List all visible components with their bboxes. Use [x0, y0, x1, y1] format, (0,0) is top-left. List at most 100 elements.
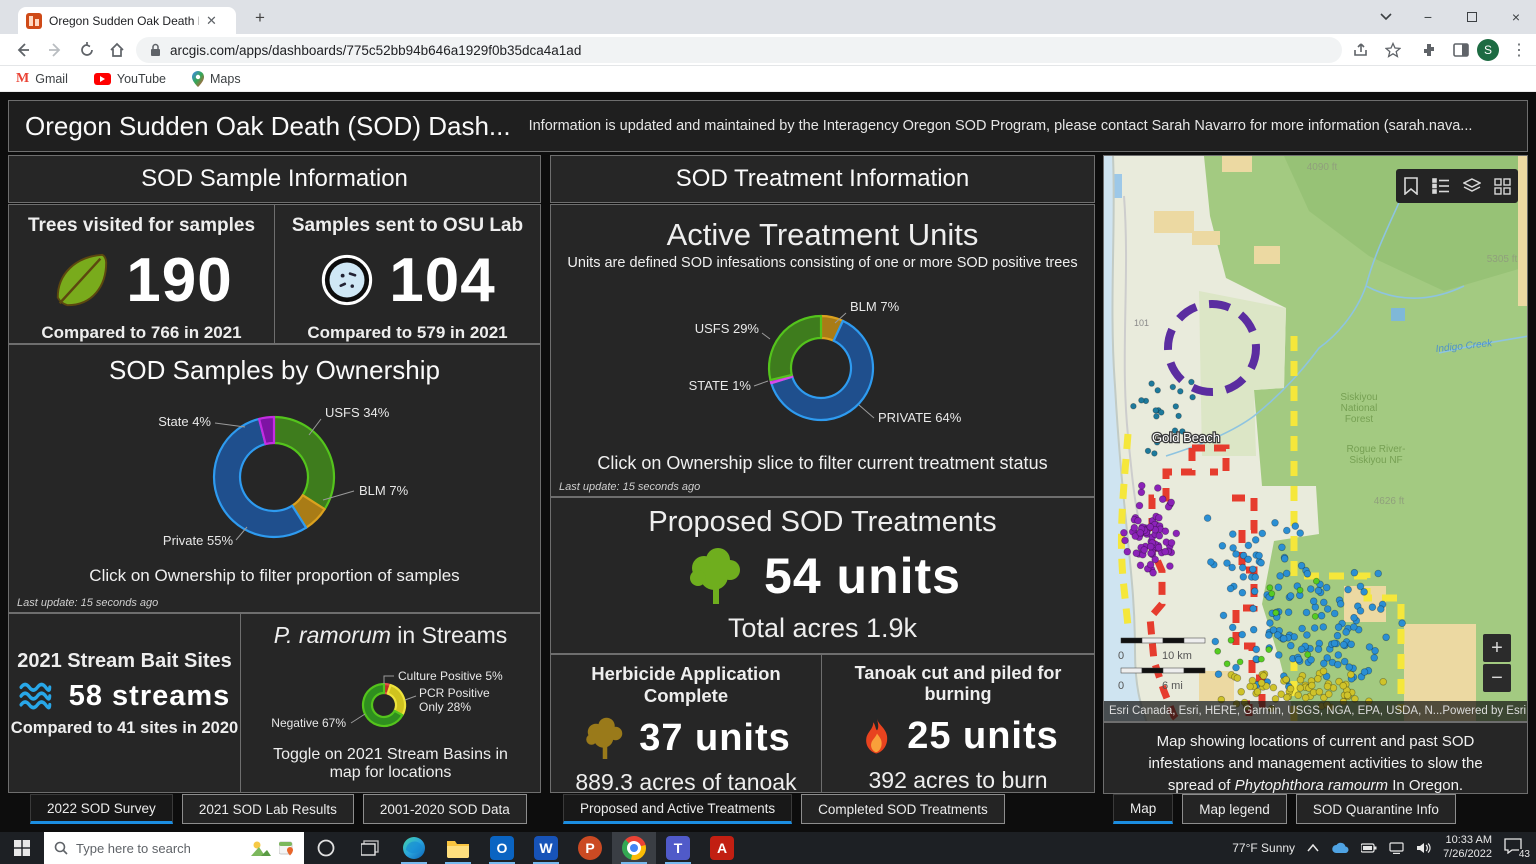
extensions-icon[interactable] — [1418, 39, 1440, 61]
active-units-label-private[interactable]: PRIVATE 64% — [878, 410, 962, 425]
map-attribution: Esri Canada, Esri, HERE, Garmin, USGS, N… — [1104, 701, 1527, 721]
map-tab-bar: Map Map legend SOD Quarantine Info — [1113, 794, 1456, 824]
tray-chevron-icon[interactable] — [1307, 844, 1319, 852]
samples-tab-bar: 2022 SOD Survey 2021 SOD Lab Results 200… — [30, 794, 527, 824]
bookmark-star-icon[interactable] — [1382, 39, 1404, 61]
ownership-label-blm[interactable]: BLM 7% — [359, 483, 409, 498]
active-units-label-usfs[interactable]: USFS 29% — [695, 321, 760, 336]
taskbar-acrobat[interactable]: A — [700, 832, 744, 864]
ownership-donut-chart[interactable]: USFS 34% State 4% BLM 7% Private 55% — [9, 393, 540, 575]
svg-text:6 mi: 6 mi — [1162, 680, 1183, 692]
action-center-button[interactable]: 43 — [1504, 838, 1528, 858]
burn-card: Tanoak cut and piled for burning 25 unit… — [821, 654, 1095, 793]
map-canvas[interactable]: 4090 ft 5305 ft 4626 ft Siskiyou Nationa… — [1104, 156, 1528, 722]
zoom-out-button[interactable]: − — [1483, 664, 1511, 692]
cortana-button[interactable] — [304, 832, 348, 864]
address-bar[interactable]: arcgis.com/apps/dashboards/775c52bb94b64… — [136, 37, 1342, 63]
bookmarks-icon[interactable] — [1403, 177, 1419, 195]
fire-icon — [857, 712, 897, 760]
menu-kebab-icon[interactable]: ⋮ — [1508, 39, 1530, 61]
tree-icon — [684, 546, 748, 606]
outlook-icon: O — [490, 836, 514, 860]
tab-search-chevron-icon[interactable] — [1366, 0, 1406, 34]
home-icon[interactable] — [106, 39, 128, 61]
taskbar-search-input[interactable]: Type here to search — [44, 832, 304, 864]
battery-icon[interactable] — [1361, 843, 1377, 853]
layers-icon[interactable] — [1463, 178, 1481, 194]
proposed-title: Proposed SOD Treatments — [551, 506, 1094, 539]
pramorum-label-culture[interactable]: Culture Positive 5% — [398, 669, 503, 683]
herbicide-note: 889.3 acres of tanoak — [551, 769, 821, 796]
active-units-caption: Click on Ownership slice to filter curre… — [551, 453, 1094, 474]
tab-2022-sod-survey[interactable]: 2022 SOD Survey — [30, 794, 173, 824]
powerpoint-icon: P — [578, 836, 602, 860]
tab-close-icon[interactable]: ✕ — [206, 13, 217, 29]
back-icon[interactable] — [12, 39, 34, 61]
speaker-icon[interactable] — [1416, 842, 1431, 854]
taskbar-chrome[interactable] — [612, 832, 656, 864]
bookmark-maps[interactable]: Maps — [192, 71, 241, 87]
forward-icon[interactable] — [44, 39, 66, 61]
side-panel-icon[interactable] — [1450, 39, 1472, 61]
minimize-button[interactable]: − — [1408, 0, 1448, 34]
ownership-label-state[interactable]: State 4% — [158, 414, 211, 429]
task-view-button[interactable] — [348, 832, 392, 864]
close-button[interactable]: × — [1496, 0, 1536, 34]
osu-lab-value: 104 — [389, 245, 495, 316]
pramorum-label-pcr-1[interactable]: PCR Positive — [419, 686, 490, 700]
burn-note: 392 acres to burn — [822, 767, 1094, 794]
tab-completed-sod-treatments[interactable]: Completed SOD Treatments — [801, 794, 1005, 824]
network-icon[interactable] — [1389, 842, 1404, 854]
pramorum-donut-chart[interactable]: Culture Positive 5% PCR Positive Only 28… — [241, 650, 540, 742]
taskbar-clock[interactable]: 10:33 AM 7/26/2022 — [1443, 834, 1492, 862]
tab-map[interactable]: Map — [1113, 794, 1173, 824]
tab-map-legend[interactable]: Map legend — [1182, 794, 1287, 824]
bookmarks-bar: M Gmail YouTube Maps — [0, 66, 1536, 92]
taskbar-outlook[interactable]: O — [480, 832, 524, 864]
share-icon[interactable] — [1350, 39, 1372, 61]
ownership-label-usfs[interactable]: USFS 34% — [325, 405, 390, 420]
taskbar-powerpoint[interactable]: P — [568, 832, 612, 864]
active-units-donut-chart[interactable]: BLM 7% USFS 29% STATE 1% PRIVATE 64% — [551, 291, 1094, 453]
taskbar-word[interactable]: W — [524, 832, 568, 864]
active-units-label-state[interactable]: STATE 1% — [689, 378, 752, 393]
herbicide-card: Herbicide Application Complete 37 units … — [550, 654, 822, 793]
legend-list-icon[interactable] — [1432, 178, 1450, 194]
browser-tab[interactable]: Oregon Sudden Oak Death Dash ✕ — [18, 7, 236, 34]
map-panel[interactable]: 4090 ft 5305 ft 4626 ft Siskiyou Nationa… — [1103, 155, 1528, 722]
tab-2021-sod-lab-results[interactable]: 2021 SOD Lab Results — [182, 794, 354, 824]
onedrive-cloud-icon[interactable] — [1331, 842, 1349, 854]
browser-toolbar: arcgis.com/apps/dashboards/775c52bb94b64… — [0, 34, 1536, 66]
tab-proposed-active-treatments[interactable]: Proposed and Active Treatments — [563, 794, 792, 824]
edge-icon — [402, 836, 426, 860]
weather-status[interactable]: 77°F Sunny — [1232, 841, 1295, 855]
taskbar-teams[interactable]: T — [656, 832, 700, 864]
burn-value: 25 units — [907, 715, 1059, 758]
pramorum-label-negative[interactable]: Negative 67% — [271, 716, 346, 730]
pramorum-label-pcr-2[interactable]: Only 28% — [419, 700, 471, 714]
restore-button[interactable] — [1452, 0, 1492, 34]
dashboard: Oregon Sudden Oak Death (SOD) Dash... In… — [0, 92, 1536, 832]
treatments-panel-header: SOD Treatment Information — [550, 155, 1095, 203]
map-elevation-1: 4090 ft — [1307, 162, 1338, 173]
zoom-in-button[interactable]: + — [1483, 634, 1511, 662]
new-tab-button[interactable]: + — [248, 8, 272, 28]
tab-sod-quarantine-info[interactable]: SOD Quarantine Info — [1296, 794, 1456, 824]
map-lake — [1391, 308, 1405, 321]
taskbar-file-explorer[interactable] — [436, 832, 480, 864]
start-button[interactable] — [0, 832, 44, 864]
bookmark-gmail[interactable]: M Gmail — [16, 71, 68, 87]
active-units-subtitle: Units are defined SOD infesations consis… — [551, 255, 1094, 271]
profile-avatar[interactable]: S — [1477, 39, 1499, 61]
active-units-label-blm[interactable]: BLM 7% — [850, 299, 900, 314]
basemap-icon[interactable] — [1494, 178, 1511, 195]
taskbar-edge[interactable] — [392, 832, 436, 864]
map-gold-beach-label: Gold Beach — [1152, 430, 1220, 445]
donut-slice[interactable] — [769, 316, 821, 380]
tab-2001-2020-sod-data[interactable]: 2001-2020 SOD Data — [363, 794, 527, 824]
bookmark-youtube[interactable]: YouTube — [94, 72, 166, 86]
pramorum-chart-card: P. ramorum in Streams Culture Positive 5… — [240, 613, 541, 793]
proposed-note: Total acres 1.9k — [551, 613, 1094, 644]
reload-icon[interactable] — [76, 39, 98, 61]
ownership-label-private[interactable]: Private 55% — [163, 533, 234, 548]
